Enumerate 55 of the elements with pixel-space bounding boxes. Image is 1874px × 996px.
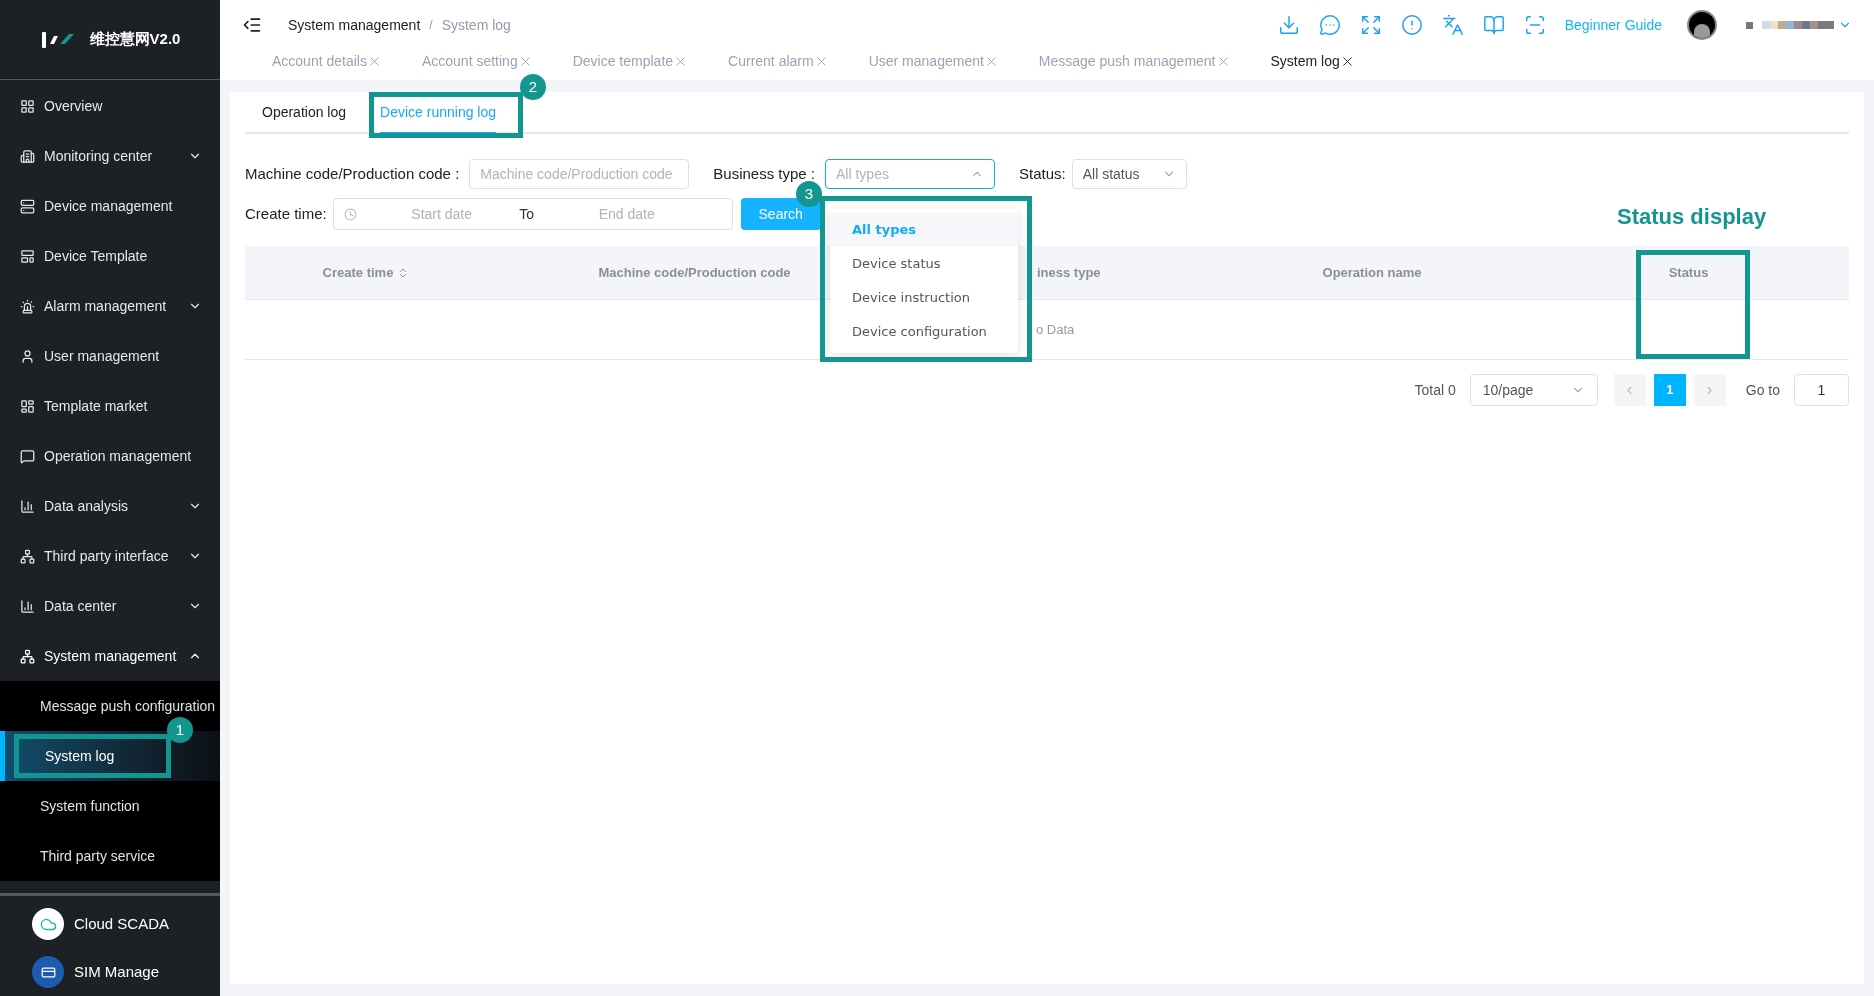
clock-icon — [343, 207, 357, 221]
alert-icon[interactable] — [1400, 14, 1423, 36]
column-header: iness type — [1037, 263, 1101, 282]
breadcrumb-separator: / — [429, 17, 433, 34]
submenu-item[interactable]: System function — [40, 798, 140, 814]
empty-text: o Data — [1036, 320, 1075, 339]
app-link[interactable]: Cloud SCADA — [0, 908, 220, 940]
input-field[interactable]: Machine code/Production code — [469, 159, 690, 189]
breadcrumb-item[interactable]: System management — [288, 14, 421, 36]
sidebar-item[interactable]: Device management — [0, 181, 220, 231]
field-label: Business type : — [713, 163, 816, 184]
sidebar-item[interactable]: Template market — [0, 381, 220, 431]
goto-field[interactable]: 1 — [1794, 374, 1849, 406]
qr-scan-icon[interactable] — [1523, 14, 1546, 36]
app-link[interactable]: SIM Manage — [0, 956, 220, 988]
date-range-field[interactable]: Start date To End date — [332, 198, 733, 230]
sidebar-item[interactable]: Alarm management — [0, 281, 220, 331]
help-book-icon[interactable] — [1482, 14, 1505, 36]
sidebar-item[interactable]: User management — [0, 331, 220, 381]
sidebar-item[interactable]: Data center — [0, 581, 220, 631]
cloud-icon — [32, 908, 64, 940]
submenu-item[interactable]: Third party service — [40, 848, 156, 864]
submenu-item[interactable]: System log — [45, 748, 115, 764]
download-icon[interactable] — [1277, 14, 1300, 36]
dropdown-option[interactable]: Device status — [830, 247, 1018, 281]
avatar[interactable] — [1687, 10, 1717, 40]
page-tab[interactable]: System log — [1270, 50, 1355, 72]
goto-label: Go to — [1745, 380, 1780, 400]
translate-icon[interactable] — [1441, 14, 1464, 36]
sidebar-item[interactable]: Operation management — [0, 431, 220, 481]
submenu-item[interactable]: Message push configuration — [40, 698, 216, 714]
sidebar-item[interactable]: System management — [0, 631, 220, 681]
field-label: Machine code/Production code : — [245, 163, 460, 184]
field-label: Status: — [1019, 163, 1066, 184]
column-header: Machine code/Production code — [598, 263, 791, 282]
sidebar-item[interactable]: Monitoring center — [0, 131, 220, 181]
sidebar-item[interactable]: Data analysis — [0, 481, 220, 531]
breadcrumb-item: System log — [441, 15, 511, 35]
page-size-select[interactable]: 10/page — [1469, 374, 1598, 406]
sidebar-item[interactable]: Overview — [0, 81, 220, 131]
fullscreen-icon[interactable] — [1359, 14, 1382, 36]
logo-text: 维控慧网V2.0 — [89, 29, 181, 50]
column-header: Operation name — [1322, 263, 1422, 282]
sidebar-item[interactable]: Device Template — [0, 231, 220, 281]
column-header: Status — [1668, 263, 1709, 282]
chat-icon[interactable] — [1318, 14, 1341, 36]
dropdown-option[interactable]: Device instruction — [830, 281, 1018, 315]
sidebar-item[interactable]: Third party interface — [0, 531, 220, 581]
dropdown-option[interactable]: Device configuration — [830, 315, 1018, 349]
content-tab[interactable]: Operation log — [262, 102, 347, 132]
total-count: Total 0 — [1414, 380, 1456, 400]
annotation-caption: Status display — [1617, 203, 1767, 231]
field-label: Create time: — [245, 203, 327, 224]
sim-card-icon — [32, 956, 64, 988]
select-field[interactable]: All status — [1071, 159, 1187, 189]
